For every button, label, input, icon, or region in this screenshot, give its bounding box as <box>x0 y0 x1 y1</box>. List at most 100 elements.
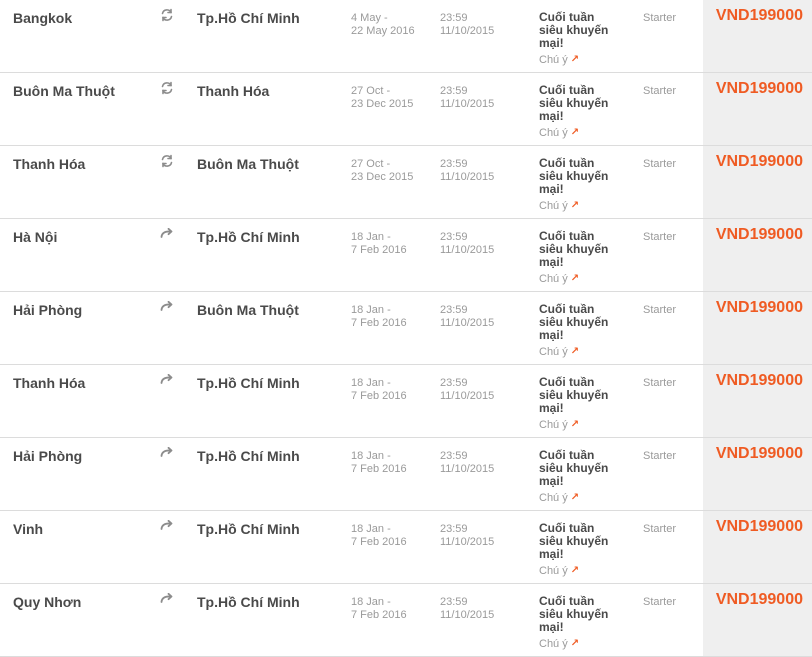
promo-title-line-3: mại! <box>539 182 564 196</box>
destination-city: Tp.Hồ Chí Minh <box>197 229 300 245</box>
deadline-date: 11/10/2015 <box>440 609 495 621</box>
fare-class: Starter <box>643 158 677 170</box>
travel-period-start: 18 Jan - <box>351 523 391 535</box>
deadline-time: 23:59 <box>440 450 468 462</box>
note-link-label: Chú ý <box>539 346 568 358</box>
fare-row[interactable]: Vinh Tp.Hồ Chí Minh 18 Jan - 7 Feb 2016 … <box>0 511 812 584</box>
note-link[interactable]: Chú ý ↗ <box>539 418 579 432</box>
deadline-date: 11/10/2015 <box>440 171 495 183</box>
destination-city: Buôn Ma Thuột <box>197 302 299 318</box>
travel-period-end: 7 Feb 2016 <box>351 463 407 475</box>
fare-row[interactable]: Thanh Hóa Tp.Hồ Chí Minh 18 Jan - 7 Feb … <box>0 365 812 438</box>
external-link-icon: ↗ <box>570 346 580 357</box>
fare-price[interactable]: VND199000 <box>716 445 803 463</box>
fare-row[interactable]: Quy Nhơn Tp.Hồ Chí Minh 18 Jan - 7 Feb 2… <box>0 584 812 657</box>
origin-city: Thanh Hóa <box>13 156 86 172</box>
origin-city: Bangkok <box>13 10 73 26</box>
promo-title-line-3: mại! <box>539 620 564 634</box>
fare-price[interactable]: VND199000 <box>716 153 803 171</box>
external-link-icon: ↗ <box>570 273 580 284</box>
fare-class: Starter <box>643 12 677 24</box>
fare-price[interactable]: VND199000 <box>716 80 803 98</box>
deadline-date: 11/10/2015 <box>440 536 495 548</box>
booking-deadline: 23:59 11/10/2015 <box>440 304 494 330</box>
note-link[interactable]: Chú ý ↗ <box>539 637 579 651</box>
promo-title-line-3: mại! <box>539 401 564 415</box>
note-link[interactable]: Chú ý ↗ <box>539 126 579 140</box>
travel-period-start: 27 Oct - <box>351 85 391 97</box>
one-way-icon <box>160 446 178 464</box>
deadline-time: 23:59 <box>440 523 468 535</box>
destination-city: Buôn Ma Thuột <box>197 156 299 172</box>
promo-title-line-3: mại! <box>539 255 564 269</box>
booking-deadline: 23:59 11/10/2015 <box>440 450 494 476</box>
one-way-icon <box>160 592 178 610</box>
booking-deadline: 23:59 11/10/2015 <box>440 85 494 111</box>
note-link-label: Chú ý <box>539 492 568 504</box>
deadline-time: 23:59 <box>440 304 468 316</box>
round-trip-icon <box>160 8 178 26</box>
external-link-icon: ↗ <box>570 54 580 65</box>
travel-period-start: 4 May - <box>351 12 388 24</box>
external-link-icon: ↗ <box>570 638 580 649</box>
deadline-time: 23:59 <box>440 596 468 608</box>
origin-city: Hải Phòng <box>13 302 83 318</box>
promo-title-line-3: mại! <box>539 547 564 561</box>
round-trip-icon <box>160 154 178 172</box>
origin-city: Hải Phòng <box>13 448 83 464</box>
external-link-icon: ↗ <box>570 419 580 430</box>
one-way-icon <box>160 227 178 245</box>
fare-row[interactable]: Hà Nội Tp.Hồ Chí Minh 18 Jan - 7 Feb 201… <box>0 219 812 292</box>
travel-period-start: 18 Jan - <box>351 231 391 243</box>
fare-class: Starter <box>643 85 677 97</box>
promo-info: Cuối tuần siêu khuyến mại! Chú ý ↗ <box>539 449 629 506</box>
destination-city: Tp.Hồ Chí Minh <box>197 521 300 537</box>
note-link[interactable]: Chú ý ↗ <box>539 491 579 505</box>
travel-period: 18 Jan - 7 Feb 2016 <box>351 377 407 403</box>
fare-class: Starter <box>643 377 677 389</box>
deadline-date: 11/10/2015 <box>440 244 495 256</box>
travel-period-end: 22 May 2016 <box>351 25 415 37</box>
fare-row[interactable]: Thanh Hóa Buôn Ma Thuột 27 Oct - 23 Dec … <box>0 146 812 219</box>
fare-price[interactable]: VND199000 <box>716 372 803 390</box>
note-link-label: Chú ý <box>539 419 568 431</box>
fare-row[interactable]: Hải Phòng Tp.Hồ Chí Minh 18 Jan - 7 Feb … <box>0 438 812 511</box>
external-link-icon: ↗ <box>570 565 580 576</box>
booking-deadline: 23:59 11/10/2015 <box>440 523 494 549</box>
deadline-date: 11/10/2015 <box>440 98 495 110</box>
note-link[interactable]: Chú ý ↗ <box>539 345 579 359</box>
round-trip-icon <box>160 81 178 99</box>
deadline-time: 23:59 <box>440 377 468 389</box>
promo-title-line-3: mại! <box>539 36 564 50</box>
fare-price[interactable]: VND199000 <box>716 7 803 25</box>
deadline-date: 11/10/2015 <box>440 25 495 37</box>
travel-period: 27 Oct - 23 Dec 2015 <box>351 158 413 184</box>
travel-period-end: 23 Dec 2015 <box>351 98 414 110</box>
origin-city: Quy Nhơn <box>13 594 82 610</box>
deadline-time: 23:59 <box>440 158 468 170</box>
fare-row[interactable]: Bangkok Tp.Hồ Chí Minh 4 May - 22 May 20… <box>0 0 812 73</box>
promo-title-line-3: mại! <box>539 474 564 488</box>
fare-price[interactable]: VND199000 <box>716 591 803 609</box>
note-link[interactable]: Chú ý ↗ <box>539 272 579 286</box>
origin-city: Thanh Hóa <box>13 375 86 391</box>
travel-period-start: 27 Oct - <box>351 158 391 170</box>
note-link[interactable]: Chú ý ↗ <box>539 199 579 213</box>
travel-period-end: 7 Feb 2016 <box>351 536 407 548</box>
travel-period-start: 18 Jan - <box>351 377 391 389</box>
fare-price[interactable]: VND199000 <box>716 518 803 536</box>
fare-row[interactable]: Hải Phòng Buôn Ma Thuột 18 Jan - 7 Feb 2… <box>0 292 812 365</box>
deadline-time: 23:59 <box>440 85 468 97</box>
fare-class: Starter <box>643 231 677 243</box>
fare-price[interactable]: VND199000 <box>716 299 803 317</box>
fare-price[interactable]: VND199000 <box>716 226 803 244</box>
note-link[interactable]: Chú ý ↗ <box>539 53 579 67</box>
promo-info: Cuối tuần siêu khuyến mại! Chú ý ↗ <box>539 157 629 214</box>
fare-class: Starter <box>643 523 677 535</box>
fare-row[interactable]: Buôn Ma Thuột Thanh Hóa 27 Oct - 23 Dec … <box>0 73 812 146</box>
deadline-time: 23:59 <box>440 12 468 24</box>
note-link[interactable]: Chú ý ↗ <box>539 564 579 578</box>
promo-info: Cuối tuần siêu khuyến mại! Chú ý ↗ <box>539 230 629 287</box>
promo-info: Cuối tuần siêu khuyến mại! Chú ý ↗ <box>539 84 629 141</box>
travel-period: 18 Jan - 7 Feb 2016 <box>351 231 407 257</box>
